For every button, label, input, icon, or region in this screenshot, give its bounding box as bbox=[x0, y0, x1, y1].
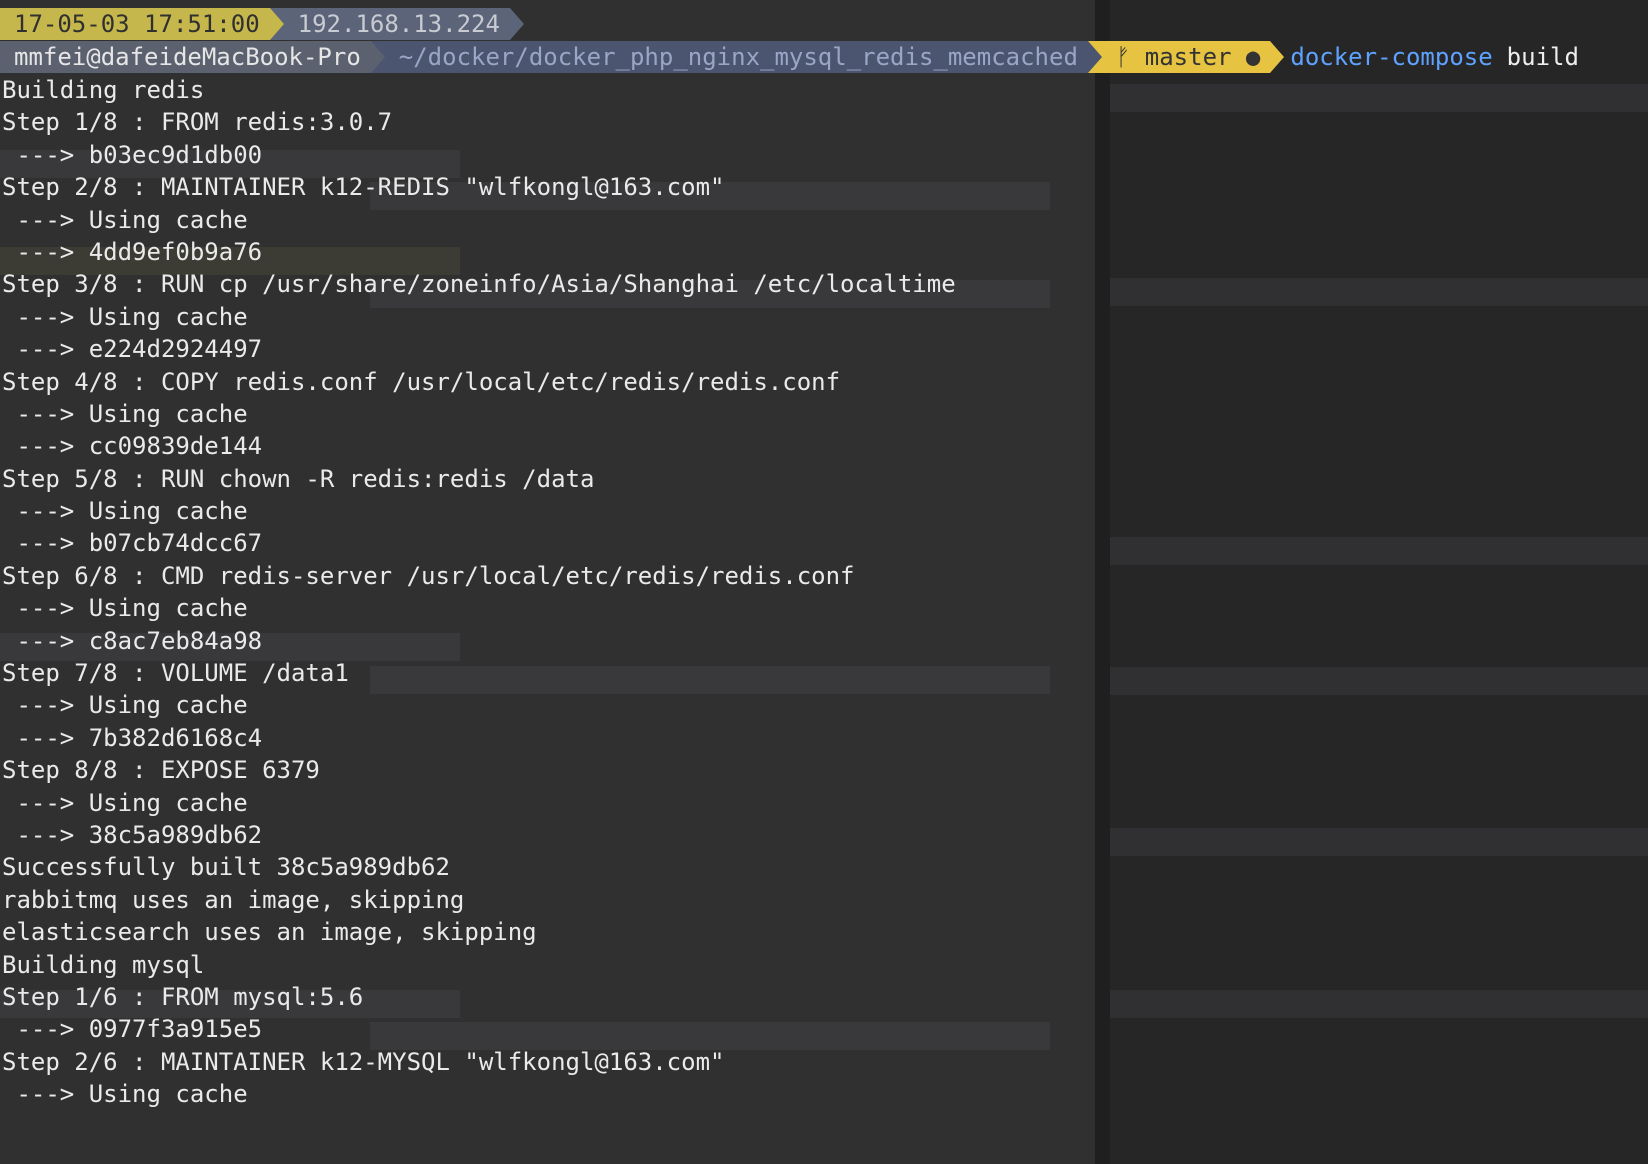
git-branch-name: master bbox=[1144, 43, 1232, 71]
prompt-command-line[interactable]: mmfei@dafeideMacBook-Pro ~/docker/docker… bbox=[0, 41, 1579, 73]
output-line: ---> e224d2924497 bbox=[2, 335, 263, 364]
git-status-segment: ᚠ master ● bbox=[1101, 41, 1271, 73]
output-line: Step 5/8 : RUN chown -R redis:redis /dat… bbox=[2, 464, 595, 493]
prompt-time: 17-05-03 17:51:00 bbox=[0, 8, 270, 40]
output-line: ---> Using cache bbox=[2, 691, 248, 720]
output-line: rabbitmq uses an image, skipping bbox=[2, 885, 465, 914]
output-line: ---> Using cache bbox=[2, 1080, 248, 1109]
output-line: ---> 38c5a989db62 bbox=[2, 820, 263, 849]
output-line: Step 3/8 : RUN cp /usr/share/zoneinfo/As… bbox=[2, 270, 956, 299]
output-line: Successfully built 38c5a989db62 bbox=[2, 853, 450, 882]
output-line: ---> Using cache bbox=[2, 497, 248, 526]
terminal-window[interactable]: 17-05-03 17:51:00 192.168.13.224 mmfei@d… bbox=[0, 0, 1648, 1164]
output-line: ---> Using cache bbox=[2, 399, 248, 428]
prompt-path: ~/docker/docker_php_nginx_mysql_redis_me… bbox=[384, 41, 1088, 73]
output-line: ---> Using cache bbox=[2, 205, 248, 234]
segment-separator-icon bbox=[370, 41, 385, 73]
output-line: Building mysql bbox=[2, 950, 205, 979]
output-line: ---> 4dd9ef0b9a76 bbox=[2, 237, 263, 266]
output-line: ---> Using cache bbox=[2, 788, 248, 817]
prompt-ip: 192.168.13.224 bbox=[283, 8, 510, 40]
output-line: Step 2/8 : MAINTAINER k12-REDIS "wlfkong… bbox=[2, 173, 725, 202]
command-args: build bbox=[1506, 43, 1579, 71]
prompt-status-line: 17-05-03 17:51:00 192.168.13.224 bbox=[0, 8, 524, 40]
command-name: docker-compose bbox=[1290, 43, 1493, 71]
output-line: ---> Using cache bbox=[2, 594, 248, 623]
output-line: Step 2/6 : MAINTAINER k12-MYSQL "wlfkong… bbox=[2, 1047, 725, 1076]
output-line: Step 8/8 : EXPOSE 6379 bbox=[2, 756, 320, 785]
git-branch-icon: ᚠ bbox=[1115, 43, 1131, 71]
output-line: ---> 0977f3a915e5 bbox=[2, 1015, 263, 1044]
output-line: ---> 7b382d6168c4 bbox=[2, 723, 263, 752]
segment-separator-icon bbox=[269, 8, 284, 40]
output-line: ---> c8ac7eb84a98 bbox=[2, 626, 263, 655]
output-line: Step 6/8 : CMD redis-server /usr/local/e… bbox=[2, 561, 855, 590]
build-output: Building redis Step 1/8 : FROM redis:3.0.… bbox=[2, 74, 956, 1111]
output-line: ---> b03ec9d1db00 bbox=[2, 140, 263, 169]
segment-separator-icon bbox=[1270, 41, 1285, 73]
output-line: ---> b07cb74dcc67 bbox=[2, 529, 263, 558]
output-line: elasticsearch uses an image, skipping bbox=[2, 918, 537, 947]
output-line: ---> Using cache bbox=[2, 302, 248, 331]
prompt-user-host: mmfei@dafeideMacBook-Pro bbox=[0, 41, 371, 73]
output-line: Step 1/8 : FROM redis:3.0.7 bbox=[2, 108, 393, 137]
git-dirty-indicator: ● bbox=[1245, 43, 1261, 71]
output-line: ---> cc09839de144 bbox=[2, 432, 263, 461]
segment-separator-icon bbox=[509, 8, 524, 40]
output-line: Step 4/8 : COPY redis.conf /usr/local/et… bbox=[2, 367, 841, 396]
output-line: Building redis bbox=[2, 76, 205, 104]
segment-separator-icon bbox=[1087, 41, 1102, 73]
output-line: Step 1/6 : FROM mysql:5.6 bbox=[2, 982, 364, 1011]
output-line: Step 7/8 : VOLUME /data1 bbox=[2, 659, 349, 688]
